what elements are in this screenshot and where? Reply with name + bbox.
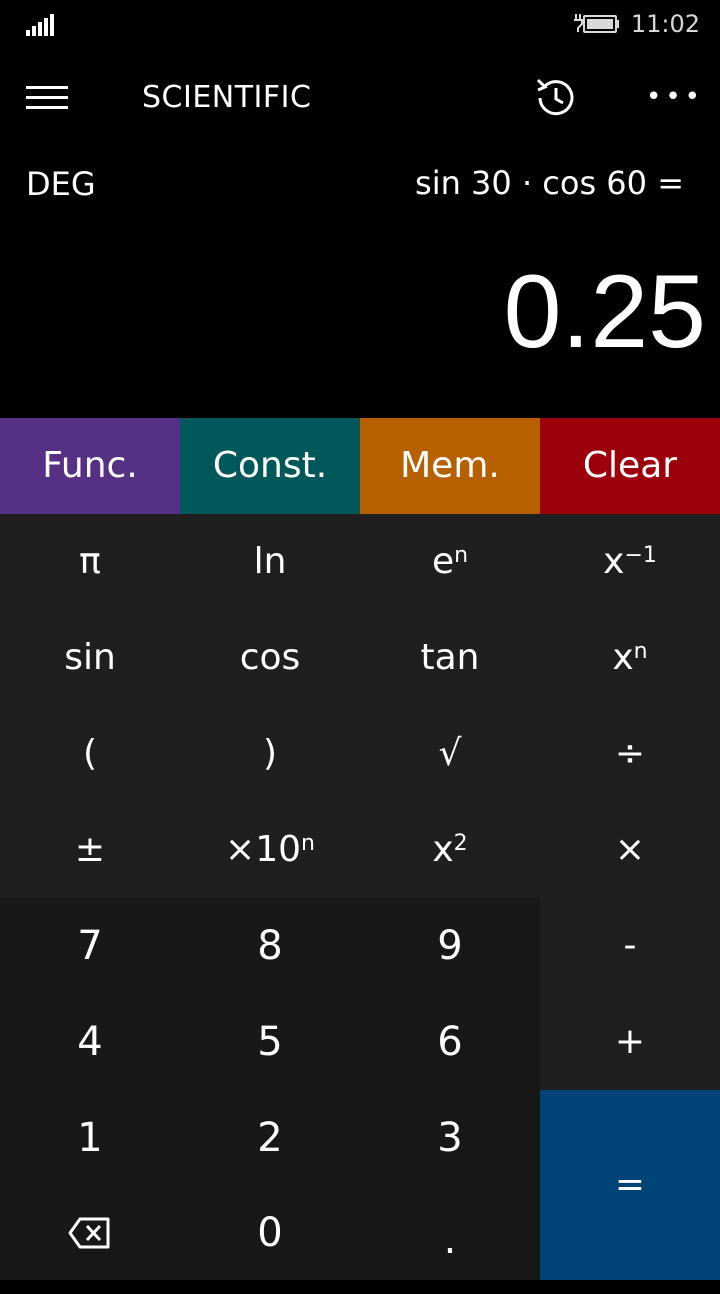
plus-minus-button[interactable]: ± — [0, 802, 180, 898]
cos-button[interactable]: cos — [180, 610, 360, 706]
tab-mem[interactable]: Mem. — [360, 418, 540, 514]
right-paren-button[interactable]: ) — [180, 706, 360, 802]
divide-button[interactable]: ÷ — [540, 706, 720, 802]
backspace-button[interactable] — [0, 1186, 180, 1280]
exp-e-button[interactable]: en — [360, 514, 540, 610]
status-bar: 11:02 — [0, 0, 720, 50]
digit-8-button[interactable]: 8 — [180, 898, 360, 994]
keypad: π ln en x−1 sin cos tan xn ( ) √ ÷ ± ×10… — [0, 514, 720, 1280]
backspace-icon — [68, 1216, 112, 1250]
power-button[interactable]: xn — [540, 610, 720, 706]
tab-clear[interactable]: Clear — [540, 418, 720, 514]
category-tabs: Func. Const. Mem. Clear — [0, 418, 720, 514]
digit-2-button[interactable]: 2 — [180, 1090, 360, 1186]
sin-button[interactable]: sin — [0, 610, 180, 706]
digit-1-button[interactable]: 1 — [0, 1090, 180, 1186]
times-ten-power-button[interactable]: ×10n — [180, 802, 360, 898]
status-time: 11:02 — [630, 10, 700, 38]
result-display: 0.25 — [503, 254, 706, 370]
digit-6-button[interactable]: 6 — [360, 994, 540, 1090]
pi-button[interactable]: π — [0, 514, 180, 610]
minus-button[interactable]: - — [540, 898, 720, 994]
tab-func[interactable]: Func. — [0, 418, 180, 514]
digit-7-button[interactable]: 7 — [0, 898, 180, 994]
digit-3-button[interactable]: 3 — [360, 1090, 540, 1186]
ln-button[interactable]: ln — [180, 514, 360, 610]
sqrt-button[interactable]: √ — [360, 706, 540, 802]
hamburger-icon[interactable] — [26, 84, 70, 112]
signal-icon — [26, 14, 56, 36]
digit-4-button[interactable]: 4 — [0, 994, 180, 1090]
multiply-button[interactable]: × — [540, 802, 720, 898]
angle-mode-toggle[interactable]: DEG — [26, 162, 146, 206]
square-button[interactable]: x2 — [360, 802, 540, 898]
history-icon[interactable] — [530, 72, 582, 124]
digit-5-button[interactable]: 5 — [180, 994, 360, 1090]
reciprocal-button[interactable]: x−1 — [540, 514, 720, 610]
equals-button[interactable]: = — [540, 1090, 720, 1280]
tan-button[interactable]: tan — [360, 610, 540, 706]
decimal-button[interactable]: . — [360, 1186, 540, 1280]
expression-display: sin 30 · cos 60 = — [415, 164, 684, 202]
digit-9-button[interactable]: 9 — [360, 898, 540, 994]
plus-button[interactable]: + — [540, 994, 720, 1090]
battery-icon — [572, 10, 620, 36]
tab-const[interactable]: Const. — [180, 418, 360, 514]
app-title: SCIENTIFIC — [142, 80, 312, 115]
left-paren-button[interactable]: ( — [0, 706, 180, 802]
digit-0-button[interactable]: 0 — [180, 1186, 360, 1280]
more-icon[interactable]: ••• — [646, 80, 700, 114]
